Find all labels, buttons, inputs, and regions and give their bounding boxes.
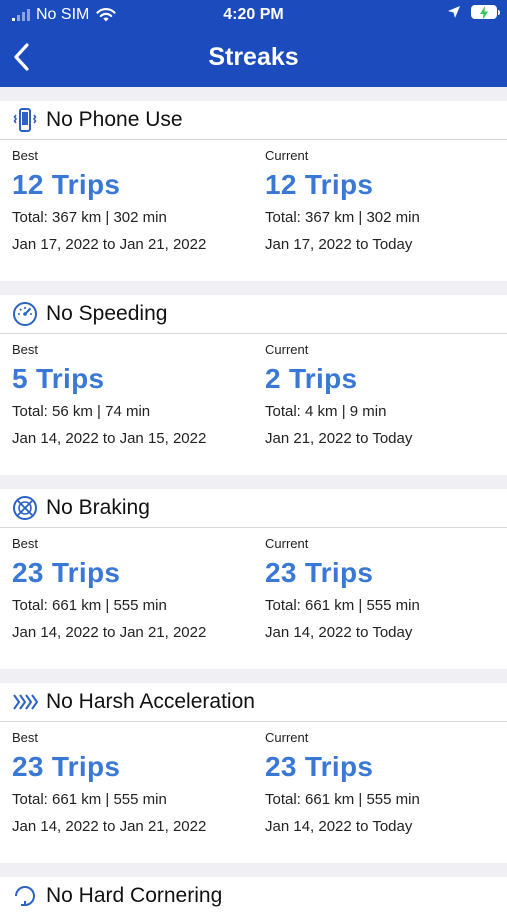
cornering-icon <box>12 883 38 909</box>
best-label: Best <box>12 342 39 357</box>
streak-card-no-braking: No Braking Best 23 Trips Total: 661 km |… <box>0 489 507 669</box>
current-column: Current 23 Trips Total: 661 km | 555 min… <box>265 722 505 835</box>
navigation-bar: Streaks <box>0 30 507 87</box>
best-total: Total: 661 km | 555 min <box>12 597 167 614</box>
page-title: Streaks <box>208 43 299 71</box>
best-date-range: Jan 14, 2022 to Jan 15, 2022 <box>12 430 207 447</box>
streak-card-no-phone-use: No Phone Use Best 12 Trips Total: 367 km… <box>0 101 507 281</box>
streak-card-header: No Braking <box>0 489 507 528</box>
current-total: Total: 4 km | 9 min <box>265 403 387 420</box>
current-date-range: Jan 21, 2022 to Today <box>265 430 413 447</box>
best-label: Best <box>12 730 39 745</box>
best-date-range: Jan 17, 2022 to Jan 21, 2022 <box>12 236 207 253</box>
current-label: Current <box>265 730 309 745</box>
streak-name: No Phone Use <box>46 108 183 131</box>
current-trips: 23 Trips <box>265 557 374 588</box>
current-date-range: Jan 14, 2022 to Today <box>265 624 413 641</box>
best-total: Total: 367 km | 302 min <box>12 209 167 226</box>
best-total: Total: 56 km | 74 min <box>12 403 151 420</box>
best-column: Best 23 Trips Total: 661 km | 555 min Ja… <box>12 528 252 641</box>
clock: 4:20 PM <box>223 6 284 23</box>
current-total: Total: 661 km | 555 min <box>265 597 420 614</box>
current-column: Current 2 Trips Total: 4 km | 9 min Jan … <box>265 334 505 447</box>
location-arrow-icon <box>448 6 460 18</box>
current-column: Current 12 Trips Total: 367 km | 302 min… <box>265 140 505 253</box>
brake-icon <box>12 495 38 521</box>
streak-name: No Harsh Acceleration <box>46 690 255 713</box>
streak-card-header: No Speeding <box>0 295 507 334</box>
streak-name: No Speeding <box>46 302 168 325</box>
status-bar: No SIM 4:20 PM <box>0 0 507 30</box>
best-trips: 12 Trips <box>12 169 121 200</box>
current-date-range: Jan 17, 2022 to Today <box>265 236 413 253</box>
streak-card-header: No Hard Cornering <box>0 877 507 915</box>
header: No SIM 4:20 PM Streaks <box>0 0 507 87</box>
streak-card-no-harsh-acceleration: No Harsh Acceleration Best 23 Trips Tota… <box>0 683 507 863</box>
best-trips: 23 Trips <box>12 751 121 782</box>
current-label: Current <box>265 342 309 357</box>
best-label: Best <box>12 148 39 163</box>
best-date-range: Jan 14, 2022 to Jan 21, 2022 <box>12 818 207 835</box>
streak-card-no-speeding: No Speeding Best 5 Trips Total: 56 km | … <box>0 295 507 475</box>
phone-vibrate-icon <box>12 107 38 133</box>
acceleration-icon <box>12 689 38 715</box>
best-total: Total: 661 km | 555 min <box>12 791 167 808</box>
best-column: Best 5 Trips Total: 56 km | 74 min Jan 1… <box>12 334 252 447</box>
current-trips: 12 Trips <box>265 169 374 200</box>
best-trips: 23 Trips <box>12 557 121 588</box>
current-date-range: Jan 14, 2022 to Today <box>265 818 413 835</box>
battery-icon <box>471 5 500 20</box>
current-total: Total: 661 km | 555 min <box>265 791 420 808</box>
current-total: Total: 367 km | 302 min <box>265 209 420 226</box>
current-trips: 2 Trips <box>265 363 358 394</box>
streak-list: No Phone Use Best 12 Trips Total: 367 km… <box>0 101 507 917</box>
current-label: Current <box>265 148 309 163</box>
streak-card-header: No Harsh Acceleration <box>0 683 507 722</box>
best-trips: 5 Trips <box>12 363 105 394</box>
speedometer-icon <box>12 301 38 327</box>
streak-name: No Braking <box>46 496 150 519</box>
best-column: Best 12 Trips Total: 367 km | 302 min Ja… <box>12 140 252 253</box>
best-date-range: Jan 14, 2022 to Jan 21, 2022 <box>12 624 207 641</box>
current-trips: 23 Trips <box>265 751 374 782</box>
streak-card-no-hard-cornering: No Hard Cornering <box>0 877 507 917</box>
streak-name: No Hard Cornering <box>46 884 223 907</box>
current-column: Current 23 Trips Total: 661 km | 555 min… <box>265 528 505 641</box>
current-label: Current <box>265 536 309 551</box>
streak-card-header: No Phone Use <box>0 101 507 140</box>
best-label: Best <box>12 536 39 551</box>
best-column: Best 23 Trips Total: 661 km | 555 min Ja… <box>12 722 252 835</box>
